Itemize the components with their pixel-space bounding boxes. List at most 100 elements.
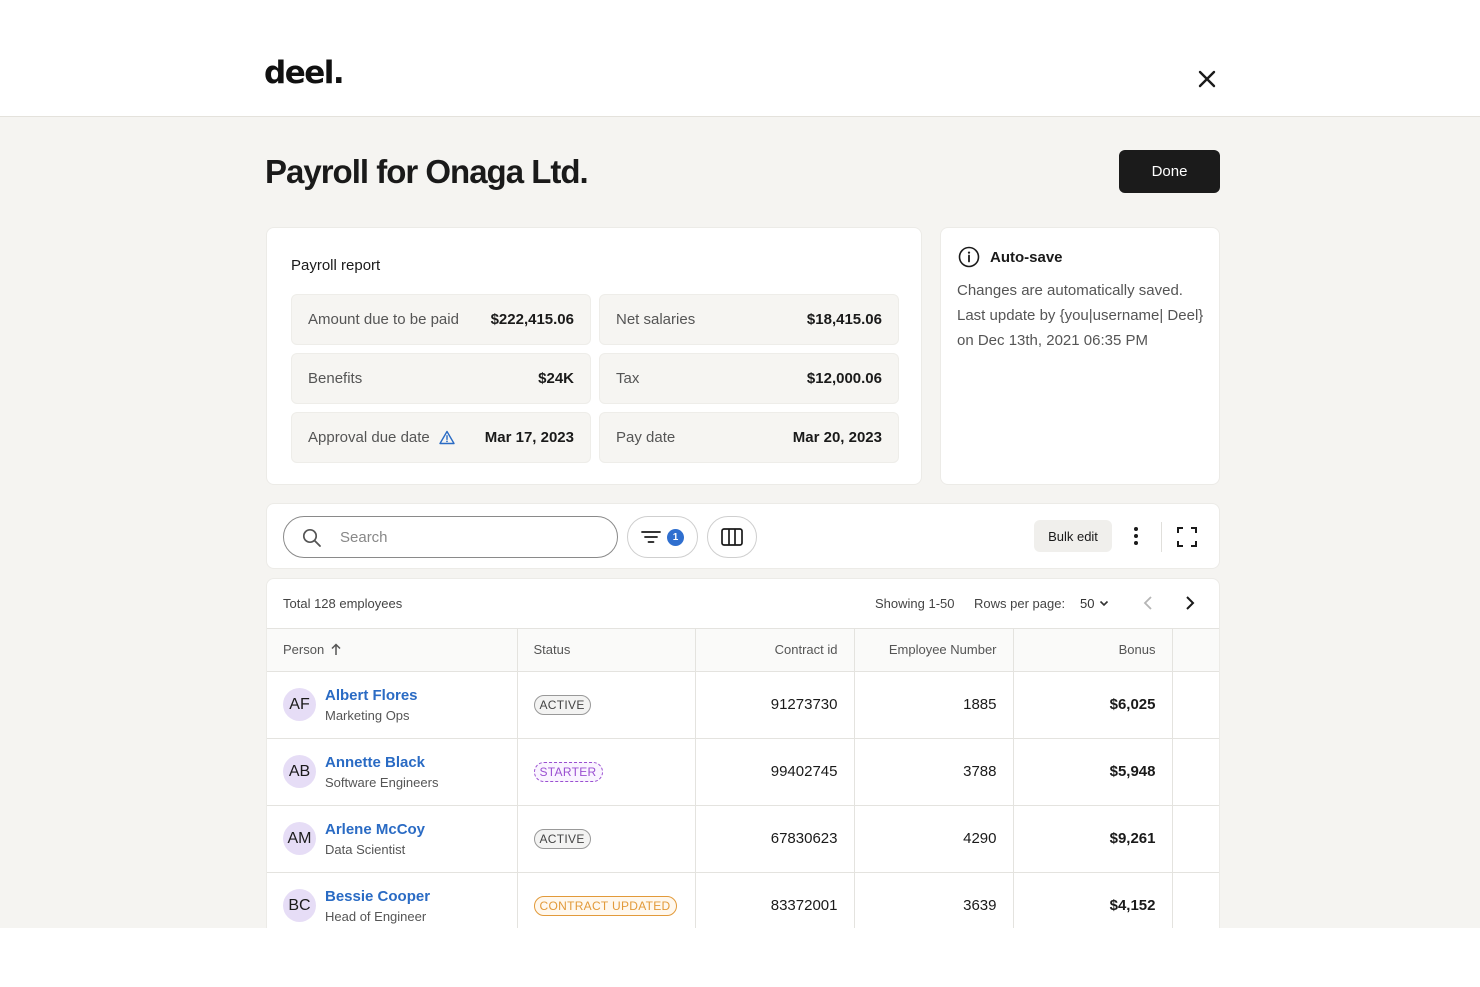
bulk-edit-button[interactable]: Bulk edit (1034, 520, 1112, 552)
table-row[interactable]: BC Bessie Cooper Head of Engineer CONTRACT… (267, 872, 1219, 928)
person-role: Data Scientist (325, 841, 406, 857)
status-badge: STARTER (533, 761, 603, 782)
extra-cell (1172, 805, 1219, 873)
bonus-cell: $4,152 (1013, 872, 1173, 928)
rows-per-page-select[interactable]: 50 (1078, 593, 1111, 614)
chevron-down-icon (1100, 600, 1109, 607)
avatar: AB (283, 755, 316, 788)
stat-benefits: Benefits $24K (291, 353, 591, 404)
stat-amount-due: Amount due to be paid $222,415.06 (291, 294, 591, 345)
stat-value: $18,415.06 (806, 311, 882, 328)
autosave-header: Auto-save (958, 246, 1063, 268)
autosave-card: Auto-save Changes are automatically save… (940, 227, 1220, 485)
person-name-link[interactable]: Arlene McCoy (325, 820, 425, 839)
total-employees: Total 128 employees (283, 596, 403, 611)
table-row[interactable]: AF Albert Flores Marketing Ops ACTIVE 9127… (267, 671, 1219, 739)
toolbar-divider (1161, 522, 1162, 552)
stat-label: Net salaries (616, 311, 696, 328)
kebab-menu-icon (1134, 527, 1138, 545)
showing-range: Showing 1-50 (875, 596, 955, 611)
column-header-status[interactable]: Status (517, 629, 696, 672)
columns-icon (721, 528, 743, 546)
employee-number-cell: 4290 (854, 805, 1014, 873)
person-name-link[interactable]: Bessie Cooper (325, 887, 430, 906)
employees-table-card: Total 128 employees Showing 1-50 Rows pe… (266, 578, 1220, 928)
bottom-area (0, 928, 1480, 987)
stat-pay-date: Pay date Mar 20, 2023 (599, 412, 899, 463)
person-role: Marketing Ops (325, 707, 410, 723)
table-meta-bar: Total 128 employees Showing 1-50 Rows pe… (267, 579, 1219, 629)
chevron-left-icon (1143, 596, 1152, 610)
extra-cell (1172, 738, 1219, 806)
rows-per-page-label: Rows per page: (974, 596, 1066, 611)
stat-label: Pay date (616, 429, 676, 446)
stat-label: Approval due date (308, 429, 455, 446)
info-icon (958, 246, 980, 268)
status-badge: ACTIVE (533, 828, 591, 849)
filter-button[interactable]: 1 (627, 516, 698, 558)
close-button[interactable] (1194, 66, 1220, 92)
page-title: Payroll for Onaga Ltd. (265, 153, 589, 190)
previous-page-button[interactable] (1139, 593, 1159, 613)
stat-label: Amount due to be paid (308, 311, 459, 328)
column-header-employee-number[interactable]: Employee Number (854, 629, 1014, 672)
column-header-contract-id[interactable]: Contract id (695, 629, 855, 672)
table-row[interactable]: AM Arlene McCoy Data Scientist ACTIVE 6783… (267, 805, 1219, 873)
search-icon (302, 528, 321, 547)
deel-logo[interactable]: deel. (264, 58, 345, 89)
warning-icon[interactable] (439, 430, 455, 445)
person-role: Head of Engineer (325, 908, 427, 924)
contract-id-cell: 83372001 (695, 872, 855, 928)
columns-button[interactable] (707, 516, 757, 558)
person-cell: AM Arlene McCoy Data Scientist (283, 820, 501, 858)
fullscreen-button[interactable] (1176, 526, 1198, 548)
person-role: Software Engineers (325, 774, 439, 790)
filter-icon (641, 531, 661, 543)
search-input[interactable] (340, 526, 600, 548)
stat-tax: Tax $12,000.06 (599, 353, 899, 404)
bonus-cell: $9,261 (1013, 805, 1173, 873)
bonus-cell: $5,948 (1013, 738, 1173, 806)
employee-number-cell: 3639 (854, 872, 1014, 928)
contract-id-cell: 91273730 (695, 671, 855, 739)
main-content: Payroll for Onaga Ltd. Done Payroll repo… (0, 117, 1480, 928)
payroll-report-card: Payroll report Amount due to be paid $22… (266, 227, 922, 485)
contract-id-cell: 67830623 (695, 805, 855, 873)
extra-cell (1172, 671, 1219, 739)
column-header-bonus[interactable]: Bonus (1013, 629, 1173, 672)
report-title: Payroll report (291, 257, 381, 274)
stat-value: $222,415.06 (490, 311, 574, 328)
extra-cell (1172, 872, 1219, 928)
expand-icon (1177, 527, 1197, 547)
bonus-cell: $6,025 (1013, 671, 1173, 739)
table-row[interactable]: AB Annette Black Software Engineers STARTE… (267, 738, 1219, 806)
sort-ascending-icon (331, 643, 341, 656)
employee-number-cell: 3788 (854, 738, 1014, 806)
next-page-button[interactable] (1179, 593, 1199, 613)
person-name-link[interactable]: Albert Flores (325, 686, 418, 705)
person-cell: AB Annette Black Software Engineers (283, 753, 501, 791)
stat-approval-due-date: Approval due date Mar 17, 2023 (291, 412, 591, 463)
person-cell: AF Albert Flores Marketing Ops (283, 686, 501, 724)
stat-value: $12,000.06 (806, 370, 882, 387)
status-badge: CONTRACT UPDATED (533, 895, 677, 916)
autosave-text: Changes are automatically saved. Last up… (957, 282, 1204, 349)
table-header-row: Person Status Contract id Employee Numbe… (267, 629, 1219, 672)
search-box[interactable] (283, 516, 618, 558)
done-button[interactable]: Done (1119, 150, 1220, 193)
person-name-link[interactable]: Annette Black (325, 753, 438, 772)
employee-number-cell: 1885 (854, 671, 1014, 739)
rows-per-page-value: 50 (1080, 596, 1095, 611)
person-cell: BC Bessie Cooper Head of Engineer (283, 887, 501, 925)
status-badge: ACTIVE (533, 694, 591, 715)
stat-value: $24K (538, 370, 574, 387)
column-header-extra (1172, 629, 1219, 672)
more-options-button[interactable] (1125, 524, 1147, 548)
avatar: AM (283, 822, 316, 855)
stat-label: Benefits (308, 370, 363, 387)
column-header-person[interactable]: Person (267, 629, 518, 672)
employees-table: Person Status Contract id Employee Numbe… (267, 629, 1219, 928)
autosave-title: Auto-save (990, 248, 1063, 266)
filter-count-badge: 1 (667, 528, 684, 546)
top-bar: deel. (0, 0, 1480, 117)
